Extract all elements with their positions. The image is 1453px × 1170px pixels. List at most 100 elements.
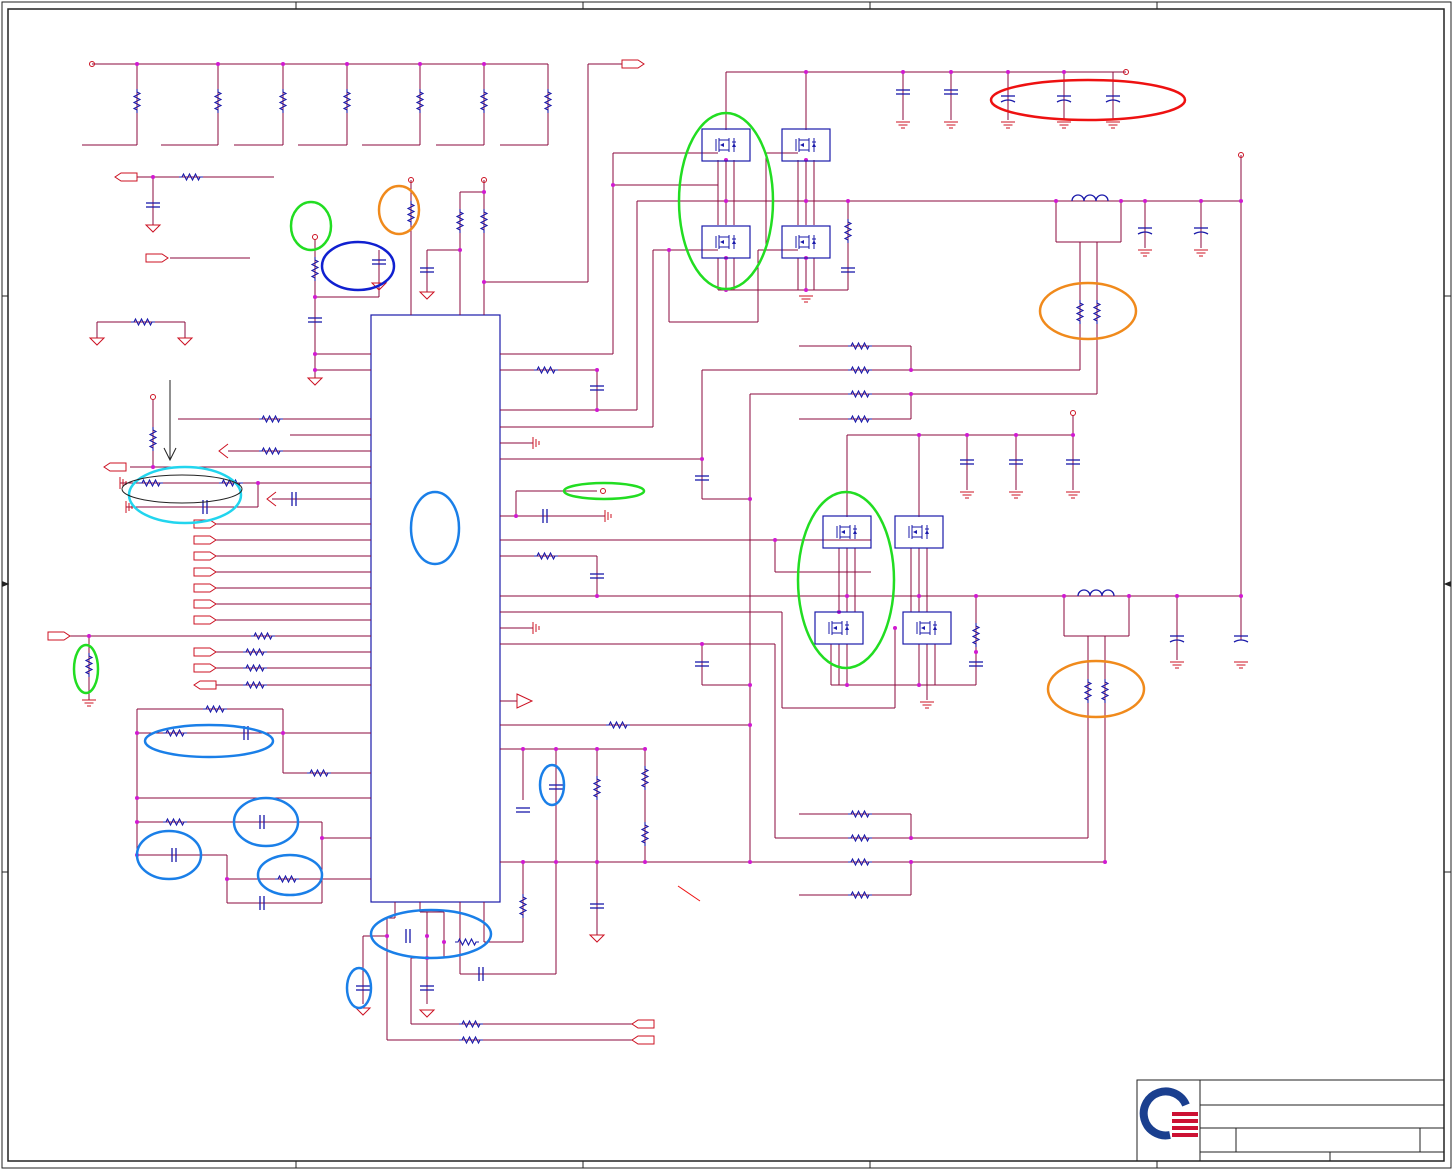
- junction-dot: [256, 481, 260, 485]
- highlight-blue-bottom-pins: [369, 908, 493, 960]
- resistor-icon: [1092, 300, 1102, 324]
- junction-dot: [1239, 594, 1243, 598]
- resistor-icon: [243, 680, 267, 690]
- mosfet-icon: [822, 515, 872, 549]
- junction-dot: [554, 860, 558, 864]
- resistor-icon: [534, 551, 558, 561]
- junction-dot: [425, 934, 429, 938]
- resistor-icon: [179, 172, 203, 182]
- ground-icon: [1009, 491, 1023, 499]
- test-point-icon: [600, 488, 606, 494]
- junction-dot: [135, 796, 139, 800]
- junction-dot: [845, 594, 849, 598]
- grounds: [82, 121, 1248, 1018]
- port-icon: [47, 631, 71, 641]
- resistor-icon: [848, 890, 872, 900]
- resistor-icon: [132, 89, 142, 113]
- resistor-icon: [275, 874, 299, 884]
- port-icon: [631, 1035, 655, 1045]
- port-icon: [218, 443, 229, 459]
- mosfet-icon: [814, 611, 864, 645]
- ground-icon: [1138, 249, 1152, 257]
- junction-dot: [949, 70, 953, 74]
- junction-dot: [965, 433, 969, 437]
- resistor-icon: [406, 201, 416, 225]
- junction-dot: [1006, 70, 1010, 74]
- junction-dot: [1103, 860, 1107, 864]
- junction-dot: [151, 465, 155, 469]
- ground-icon: [1001, 121, 1015, 129]
- junction-dot: [804, 288, 808, 292]
- junction-dot: [1062, 70, 1066, 74]
- junction-dot: [667, 248, 671, 252]
- resistor-icon: [455, 209, 465, 233]
- junction-dot: [281, 62, 285, 66]
- ground-icon: [88, 337, 106, 346]
- port-icon: [193, 599, 217, 609]
- mosfet-icon: [701, 128, 751, 162]
- resistor-icon: [84, 653, 94, 677]
- highlight-green-pin: [289, 200, 333, 252]
- highlight-orange-sense-upper: [1038, 281, 1138, 341]
- junction-dot: [974, 594, 978, 598]
- junction-dot: [893, 626, 897, 630]
- junction-dot: [135, 731, 139, 735]
- junction-dot: [458, 248, 462, 252]
- junction-dot: [845, 683, 849, 687]
- resistor-icon: [543, 89, 553, 113]
- resistor-icon: [163, 728, 187, 738]
- resistor-icon: [848, 414, 872, 424]
- highlight-red-output-caps: [989, 78, 1187, 122]
- resistor-icon: [479, 89, 489, 113]
- junction-dot: [901, 70, 905, 74]
- junction-dot: [225, 877, 229, 881]
- resistor-icon: [640, 822, 650, 846]
- junction-dot: [482, 190, 486, 194]
- junction-dot: [700, 457, 704, 461]
- ground-icon: [896, 121, 910, 129]
- resistor-icon: [459, 1019, 483, 1029]
- resistor-icon: [592, 776, 602, 800]
- junction-dot: [773, 538, 777, 542]
- junction-dot: [1071, 433, 1075, 437]
- ground-icon: [1234, 661, 1248, 669]
- junction-dot: [595, 747, 599, 751]
- port-icon: [193, 680, 217, 690]
- junction-dot: [595, 594, 599, 598]
- port-icon: [631, 1019, 655, 1029]
- port-icon: [621, 59, 645, 69]
- junction-dot: [151, 175, 155, 179]
- junction-dot: [917, 433, 921, 437]
- port-icon: [193, 647, 217, 657]
- test-point-icon: [1070, 410, 1076, 416]
- ground-icon: [82, 699, 96, 707]
- junction-dot: [748, 497, 752, 501]
- junction-dot: [514, 514, 518, 518]
- resistor-icon: [848, 833, 872, 843]
- junction-dot: [748, 860, 752, 864]
- junction-dot: [595, 860, 599, 864]
- highlight-green-pulldown: [72, 643, 100, 695]
- junction-dot: [1054, 199, 1058, 203]
- junction-dot: [1119, 199, 1123, 203]
- junction-dot: [313, 295, 317, 299]
- port-icon: [516, 693, 534, 709]
- resistor-icon: [310, 257, 320, 281]
- highlight-blue-bottom-cap: [345, 966, 373, 1010]
- junction-dot: [313, 352, 317, 356]
- resistor-icon: [1075, 300, 1085, 324]
- ground-icon: [944, 121, 958, 129]
- port-icon: [193, 663, 217, 673]
- junction-dot: [700, 642, 704, 646]
- junction-dot: [554, 747, 558, 751]
- junction-dot: [846, 199, 850, 203]
- junction-dot: [909, 860, 913, 864]
- port-icon: [193, 583, 217, 593]
- capacitor-icon: [405, 929, 411, 943]
- junction-dot: [917, 594, 921, 598]
- resistor-icon: [213, 89, 223, 113]
- resistor-icon: [1100, 679, 1110, 703]
- resistor-icon: [971, 623, 981, 647]
- junction-dot: [482, 62, 486, 66]
- junction-dot: [1175, 594, 1179, 598]
